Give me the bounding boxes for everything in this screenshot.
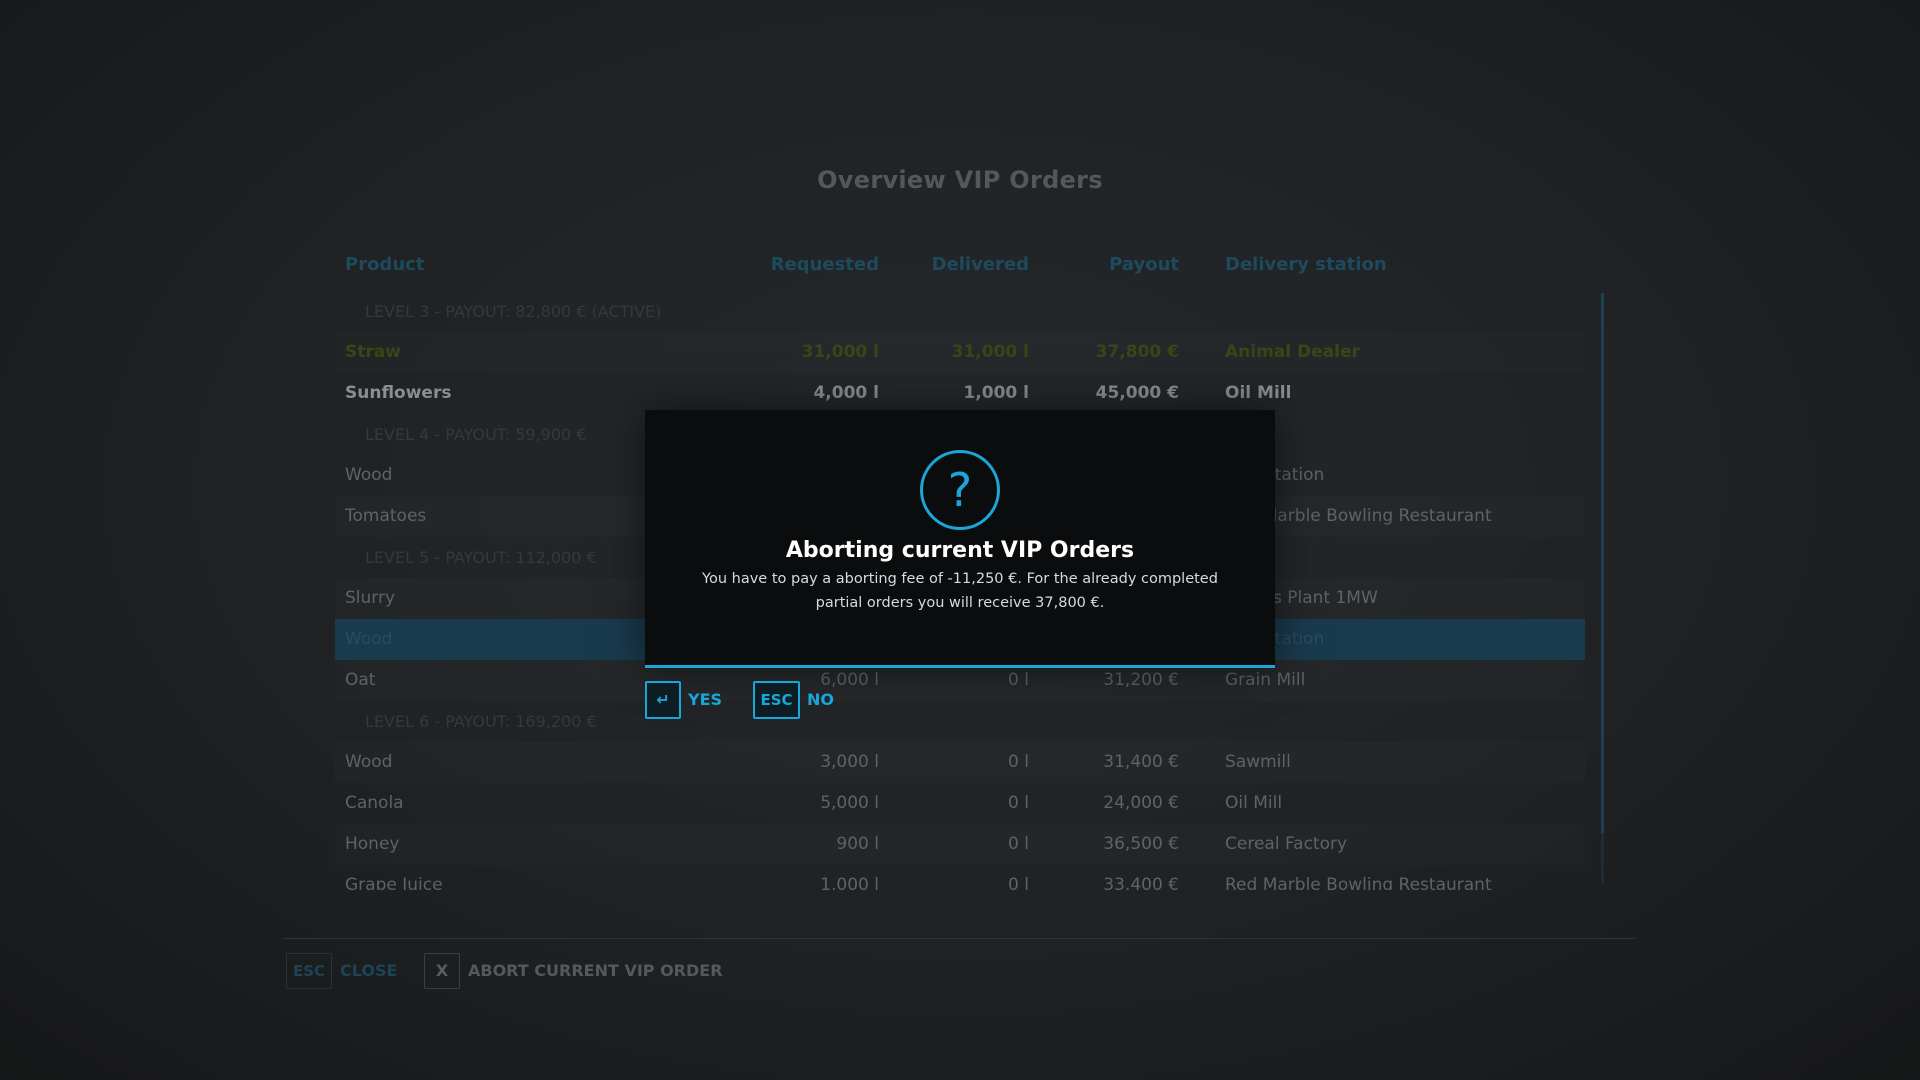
abort-key-hint: X: [424, 953, 460, 989]
cell-delivery-station: Animal Dealer: [1225, 342, 1360, 362]
cell-product: Canola: [345, 793, 404, 813]
cell-product: Tomatoes: [345, 506, 427, 526]
cell-product: Wood: [345, 752, 393, 772]
column-header-delivery-station[interactable]: Delivery station: [1225, 250, 1387, 280]
cell-delivery-station: Oil Mill: [1225, 793, 1283, 813]
table-row[interactable]: Canola 5,000 l 0 l 24,000 € Oil Mill: [335, 783, 1585, 824]
abort-confirmation-dialog: ? Aborting current VIP Orders You have t…: [645, 410, 1275, 668]
cell-delivery-station: Oil Mill: [1225, 383, 1292, 403]
abort-vip-order-button[interactable]: ABORT CURRENT VIP ORDER: [468, 953, 723, 989]
cell-payout: 33,400 €: [1103, 875, 1179, 890]
cell-delivery-station: Sawmill: [1225, 752, 1291, 772]
table-scrollbar[interactable]: [1601, 293, 1604, 883]
close-key-hint: ESC: [286, 953, 332, 989]
cell-product: Wood: [345, 465, 393, 485]
scrollbar-thumb[interactable]: [1601, 293, 1604, 833]
dialog-message: You have to pay a aborting fee of -11,25…: [695, 567, 1225, 615]
table-row[interactable]: Honey 900 l 0 l 36,500 € Cereal Factory: [335, 824, 1585, 865]
column-header-requested[interactable]: Requested: [735, 250, 879, 280]
cell-requested: 1,000 l: [820, 875, 879, 890]
cell-payout: 37,800 €: [1095, 342, 1179, 362]
cell-delivered: 31,000 l: [951, 342, 1029, 362]
column-header-payout[interactable]: Payout: [1035, 250, 1179, 280]
cell-payout: 45,000 €: [1095, 383, 1179, 403]
cell-delivery-station: Red Marble Bowling Restaurant: [1225, 875, 1492, 890]
cell-payout: 24,000 €: [1103, 793, 1179, 813]
close-button[interactable]: CLOSE: [340, 953, 397, 989]
cell-requested: 31,000 l: [801, 342, 879, 362]
yes-button[interactable]: YES: [688, 683, 722, 717]
cell-delivered: 0 l: [1008, 834, 1029, 854]
column-header-delivered[interactable]: Delivered: [885, 250, 1029, 280]
dialog-accent-line: [645, 665, 1275, 668]
cell-requested: 5,000 l: [820, 793, 879, 813]
no-button[interactable]: NO: [807, 683, 834, 717]
esc-key-icon[interactable]: ESC: [753, 681, 800, 719]
enter-key-icon[interactable]: ↵: [645, 681, 681, 719]
cell-delivery-station: Cereal Factory: [1225, 834, 1348, 854]
cell-product: Sunflowers: [345, 383, 452, 403]
level-header-label: LEVEL 4 - PAYOUT: 59,900 €: [365, 425, 587, 444]
level-header-label: LEVEL 5 - PAYOUT: 112,000 €: [365, 548, 597, 567]
cell-delivered: 0 l: [1008, 875, 1029, 890]
cell-product: Honey: [345, 834, 400, 854]
level-header-row: LEVEL 3 - PAYOUT: 82,800 € (ACTIVE): [335, 291, 1585, 332]
question-icon: ?: [920, 450, 1000, 530]
cell-product: Slurry: [345, 588, 396, 608]
dialog-message-line-2: partial orders you will receive 37,800 €…: [815, 595, 1105, 611]
cell-product: Wood: [345, 629, 393, 649]
table-row[interactable]: Grape Juice 1,000 l 0 l 33,400 € Red Marble …: [335, 865, 1585, 890]
cell-product: Oat: [345, 670, 376, 690]
cell-requested: 900 l: [836, 834, 879, 854]
dialog-message-line-1: You have to pay a aborting fee of -11,25…: [702, 571, 1218, 587]
cell-requested: 4,000 l: [813, 383, 879, 403]
cell-product: Grape Juice: [345, 875, 443, 890]
cell-payout: 36,500 €: [1103, 834, 1179, 854]
level-header-label: LEVEL 3 - PAYOUT: 82,800 € (ACTIVE): [365, 302, 662, 321]
footer-divider: [283, 938, 1635, 939]
cell-requested: 3,000 l: [820, 752, 879, 772]
table-row[interactable]: Straw 31,000 l 31,000 l 37,800 € Animal Deal…: [335, 332, 1585, 373]
page-title: Overview VIP Orders: [817, 166, 1103, 194]
game-screen: Overview VIP Orders Product Requested De…: [0, 0, 1920, 1080]
cell-payout: 31,400 €: [1103, 752, 1179, 772]
cell-delivered: 1,000 l: [963, 383, 1029, 403]
level-header-row: LEVEL 6 - PAYOUT: 169,200 €: [335, 701, 1585, 742]
table-row[interactable]: Sunflowers 4,000 l 1,000 l 45,000 € Oil Mill: [335, 373, 1585, 414]
column-header-product[interactable]: Product: [345, 250, 424, 280]
dialog-title: Aborting current VIP Orders: [785, 538, 1135, 563]
cell-product: Straw: [345, 342, 401, 362]
cell-delivered: 0 l: [1008, 793, 1029, 813]
level-header-label: LEVEL 6 - PAYOUT: 169,200 €: [365, 712, 597, 731]
table-row[interactable]: Wood 3,000 l 0 l 31,400 € Sawmill: [335, 742, 1585, 783]
cell-delivered: 0 l: [1008, 752, 1029, 772]
